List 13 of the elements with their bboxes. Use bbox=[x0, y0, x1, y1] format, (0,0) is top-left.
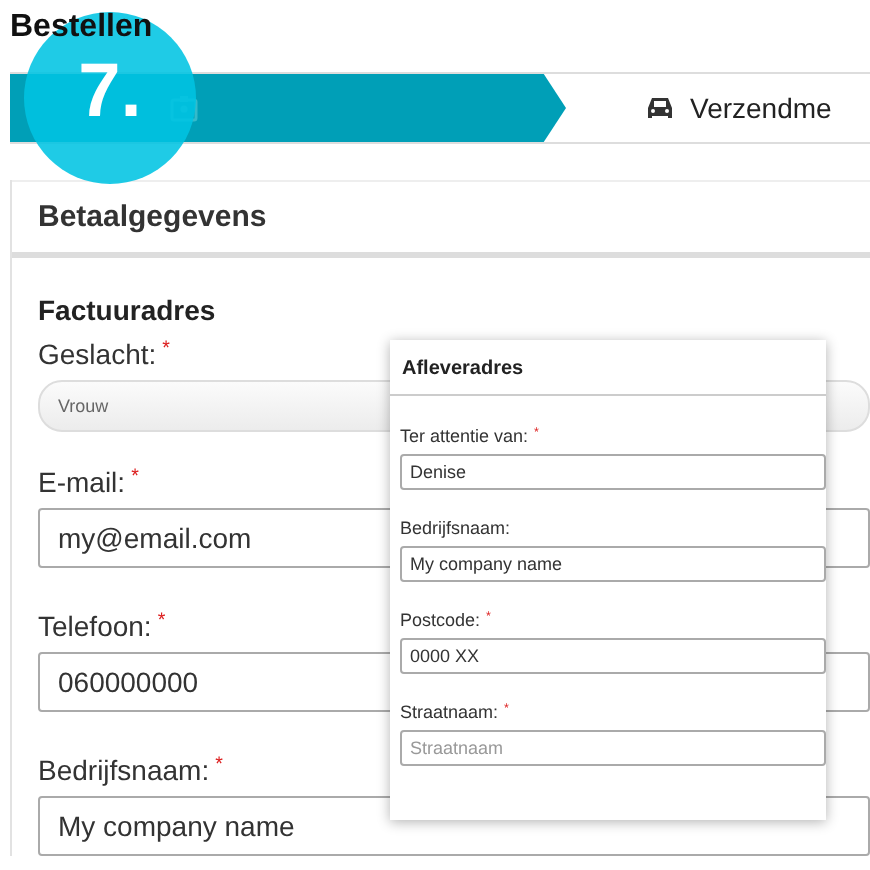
input-field[interactable]: Straatnaam bbox=[400, 730, 826, 766]
input-field[interactable]: 0000 XX bbox=[400, 638, 826, 674]
panel-header: Betaalgegevens bbox=[12, 180, 870, 258]
input-field[interactable]: Denise bbox=[400, 454, 826, 490]
field-label: Bedrijfsnaam: * bbox=[38, 754, 223, 786]
field-label: Geslacht: * bbox=[38, 338, 170, 370]
field-label: Telefoon: * bbox=[38, 610, 166, 642]
section-heading: Factuuradres bbox=[38, 294, 218, 326]
popup-title: Afleveradres bbox=[390, 340, 826, 396]
field-label: Bedrijfsnaam: bbox=[400, 518, 511, 538]
field-label: E-mail: * bbox=[38, 466, 139, 498]
input-field[interactable]: My company name bbox=[400, 546, 826, 582]
car-icon bbox=[646, 96, 674, 120]
